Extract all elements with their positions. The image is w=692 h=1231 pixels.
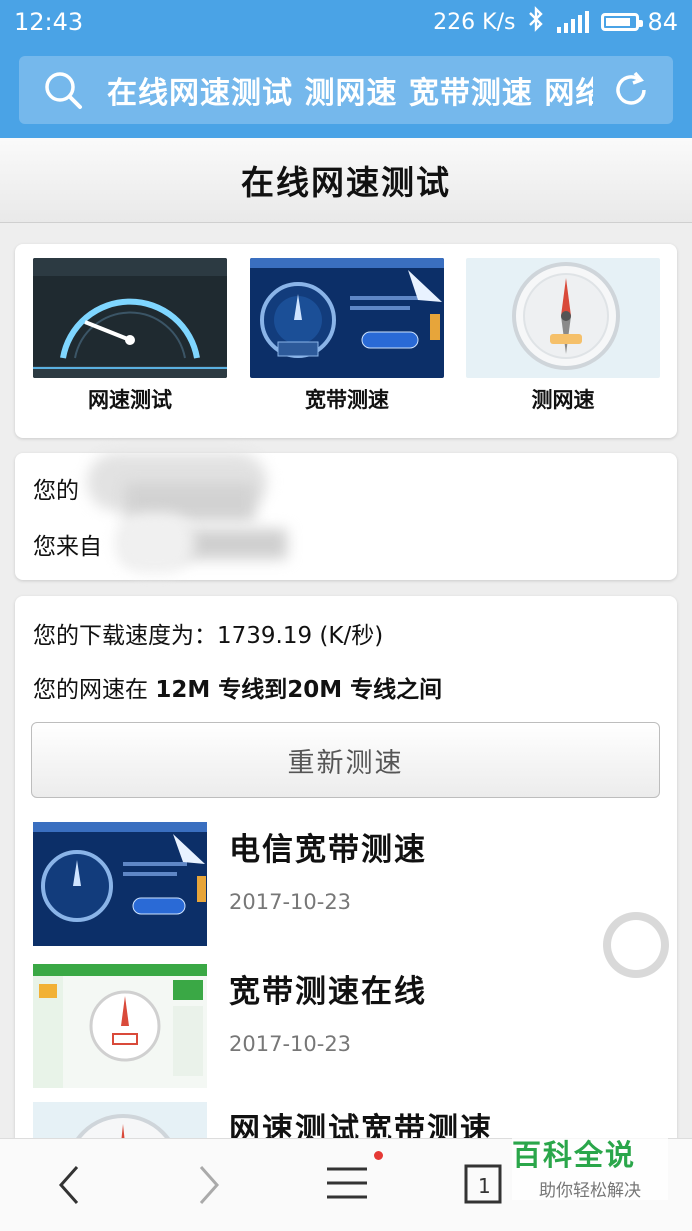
menu-icon[interactable]	[325, 1163, 369, 1207]
floating-assist-button[interactable]	[603, 912, 669, 978]
download-value: 1739.19 (K/秒)	[217, 623, 384, 649]
speed-range-line: 您的网速在 12M 专线到20M 专线之间	[33, 670, 442, 704]
battery-percent: 84	[647, 8, 678, 36]
article-title: 电信宽带测速	[229, 832, 427, 868]
privacy-blur	[115, 513, 195, 573]
tabs-icon[interactable]: 1	[464, 1163, 504, 1209]
watermark-subtitle: 助你轻松解决	[539, 1181, 641, 1201]
notification-dot	[374, 1151, 383, 1160]
tool-label: 宽带测速	[305, 388, 389, 412]
article-date: 2017-10-23	[229, 890, 352, 914]
battery-icon	[601, 13, 644, 31]
location-label: 您来自	[33, 534, 102, 560]
back-icon[interactable]	[55, 1163, 83, 1211]
watermark-title: 百科全说	[512, 1138, 637, 1172]
article-item[interactable]: 电信宽带测速 2017-10-23	[33, 822, 663, 946]
page-title: 在线网速测试	[0, 138, 692, 223]
tool-label: 测网速	[531, 388, 595, 412]
status-bar: 12:43 226 K/s 84	[0, 0, 692, 44]
svg-text:1: 1	[478, 1174, 491, 1198]
result-card: 您的下载速度为：1739.19 (K/秒) 您的网速在 12M 专线到20M 专…	[15, 596, 677, 1156]
gauge-thumbnail	[466, 258, 660, 378]
download-speed-line: 您的下载速度为：1739.19 (K/秒)	[33, 616, 383, 650]
speedometer-thumbnail	[33, 258, 227, 378]
article-thumbnail	[33, 964, 207, 1088]
battery-indicator: 84	[601, 8, 678, 36]
status-time: 12:43	[14, 8, 84, 36]
user-info-card: 您的 您来自	[15, 453, 677, 580]
broadband-app-thumbnail	[250, 258, 444, 378]
status-right: 226 K/s 84	[433, 6, 678, 38]
tools-card: 网速测试 宽带测速 测网速	[15, 244, 677, 438]
browser-toolbar: 在线网速测试 测网速 宽带测速 网络	[0, 44, 692, 138]
bluetooth-icon	[527, 6, 545, 38]
download-label: 您的下载速度为：	[33, 623, 217, 649]
article-title: 宽带测速在线	[229, 974, 427, 1010]
search-icon[interactable]	[41, 68, 85, 112]
tool-label: 网速测试	[88, 388, 172, 412]
location-line: 您来自	[33, 527, 102, 561]
article-item[interactable]: 宽带测速在线 2017-10-23	[33, 964, 663, 1088]
tool-speed-test[interactable]: 网速测试	[33, 258, 227, 414]
tool-net-speed[interactable]: 测网速	[466, 258, 660, 414]
range-text: 12M 专线到20M 专线之间	[155, 677, 443, 703]
article-thumbnail	[33, 822, 207, 946]
reload-icon[interactable]	[611, 70, 651, 110]
network-speed: 226 K/s	[433, 9, 516, 35]
signal-icon	[557, 11, 590, 33]
article-date: 2017-10-23	[229, 1032, 352, 1056]
forward-icon[interactable]	[195, 1163, 223, 1211]
ip-label: 您的	[33, 478, 79, 504]
tool-broadband-test[interactable]: 宽带测速	[250, 258, 444, 414]
range-prefix: 您的网速在	[33, 677, 148, 703]
retest-button[interactable]: 重新测速	[31, 722, 660, 798]
address-bar[interactable]: 在线网速测试 测网速 宽带测速 网络	[19, 56, 673, 124]
address-text[interactable]: 在线网速测试 测网速 宽带测速 网络	[107, 68, 593, 112]
ip-line: 您的	[33, 471, 79, 505]
watermark-logo: 百科全说 助你轻松解决	[512, 1132, 668, 1201]
